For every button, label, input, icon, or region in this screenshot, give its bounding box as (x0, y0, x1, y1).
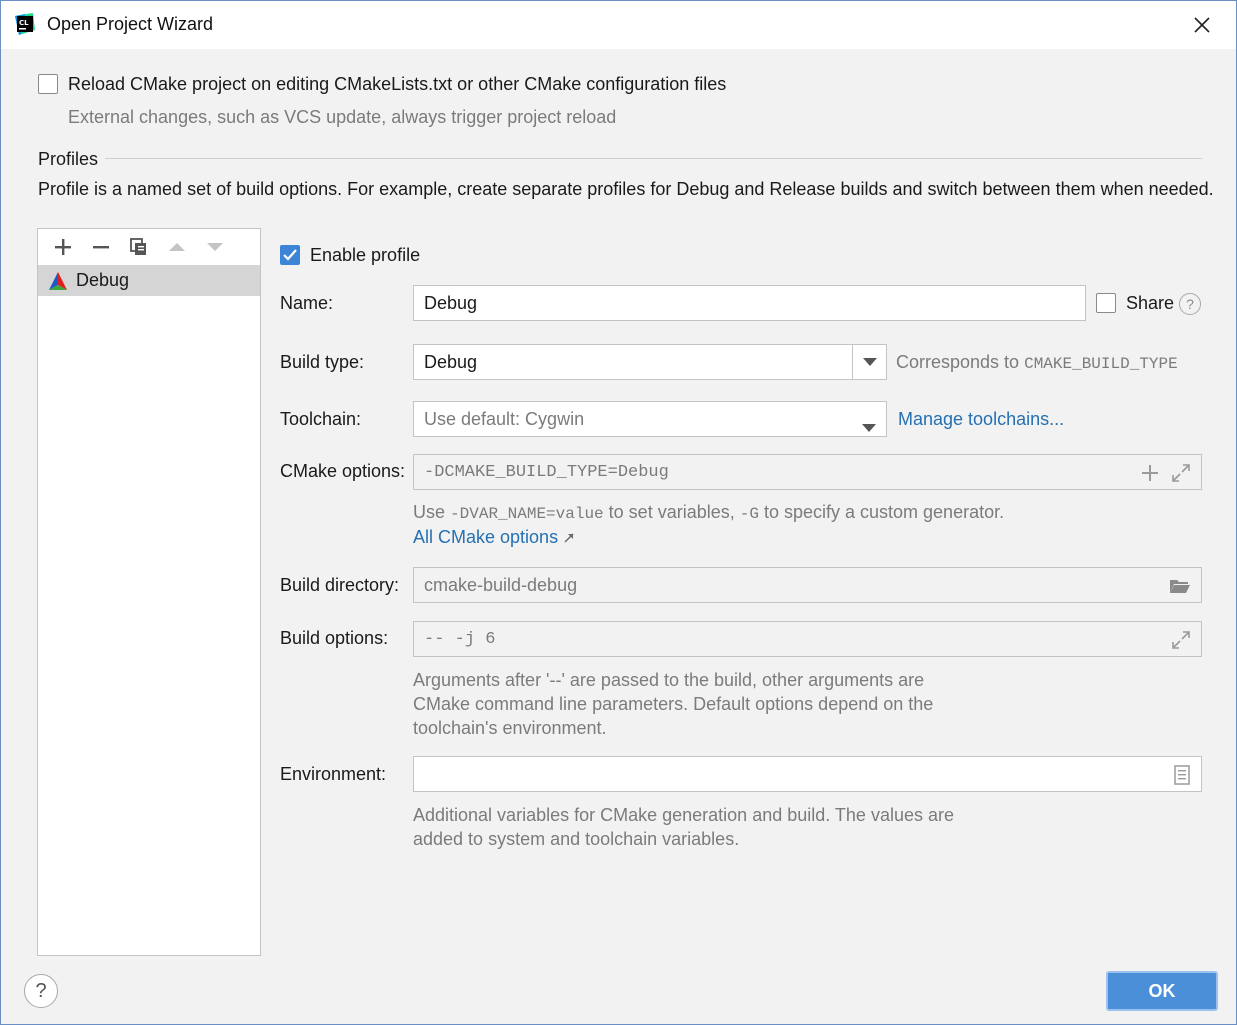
corresponds-text: Corresponds to CMAKE_BUILD_TYPE (896, 352, 1178, 373)
build-options-input[interactable]: -- -j 6 (413, 621, 1202, 657)
arrow-up-icon (169, 243, 185, 251)
expand-icon[interactable] (1171, 463, 1191, 483)
toolchain-label: Toolchain: (280, 409, 362, 429)
plus-icon (55, 239, 71, 255)
build-options-value: -- -j 6 (424, 629, 496, 649)
move-up-button[interactable] (160, 233, 194, 261)
build-directory-value: cmake-build-debug (424, 574, 578, 595)
minus-icon (93, 246, 109, 249)
name-input[interactable]: Debug (413, 285, 1086, 321)
corresponds-prefix: Corresponds to (896, 352, 1020, 372)
build-options-hint-line-2: CMake command line parameters. Default o… (413, 694, 934, 714)
name-input-value: Debug (424, 292, 478, 313)
profiles-separator (105, 158, 1202, 159)
open-project-wizard-dialog: CL Open Project Wizard Reload CMake proj… (0, 0, 1237, 1025)
cmake-options-input[interactable]: -DCMAKE_BUILD_TYPE=Debug (413, 454, 1202, 490)
corresponds-var: CMAKE_BUILD_TYPE (1024, 355, 1178, 373)
help-button[interactable]: ? (24, 974, 58, 1008)
environment-hint-line-1: Additional variables for CMake generatio… (413, 805, 954, 825)
build-options-hint-line-3: toolchain's environment. (413, 718, 607, 738)
environment-hint: Additional variables for CMake generatio… (413, 803, 954, 851)
chevron-down-icon (862, 424, 876, 432)
window-title: Open Project Wizard (47, 14, 214, 34)
help-icon: ? (35, 979, 47, 1002)
expand-icon[interactable] (1171, 630, 1191, 650)
close-icon (1194, 17, 1210, 33)
all-cmake-options-label: All CMake options (413, 527, 559, 547)
cmake-hint-mid: to set variables, (608, 502, 735, 522)
environment-hint-line-2: added to system and toolchain variables. (413, 829, 740, 849)
profiles-toolbar (38, 229, 260, 265)
cmake-options-value: -DCMAKE_BUILD_TYPE=Debug (424, 462, 669, 482)
profile-item-label: Debug (76, 270, 130, 290)
ok-button[interactable]: OK (1106, 971, 1218, 1011)
profiles-list-panel: Debug (37, 228, 261, 956)
build-type-combobox[interactable]: Debug (413, 344, 887, 380)
close-button[interactable] (1188, 11, 1216, 39)
add-profile-button[interactable] (46, 233, 80, 261)
copy-profile-button[interactable] (122, 233, 156, 261)
remove-profile-button[interactable] (84, 233, 118, 261)
cmake-options-hint: Use -DVAR_NAME=value to set variables, -… (413, 502, 1004, 523)
share-label: Share (1126, 293, 1175, 313)
build-type-dropdown-button[interactable] (852, 345, 886, 379)
folder-icon[interactable] (1169, 577, 1191, 595)
toolchain-value: Use default: Cygwin (424, 408, 585, 429)
reload-cmake-label: Reload CMake project on editing CMakeLis… (68, 74, 727, 94)
cmake-hint-end: to specify a custom generator. (763, 502, 1005, 522)
external-link-icon (564, 532, 574, 543)
chevron-down-icon (862, 358, 877, 366)
checkmark-icon (283, 249, 297, 261)
title-bar: CL Open Project Wizard (1, 1, 1236, 49)
build-options-hint-line-1: Arguments after '--' are passed to the b… (413, 670, 925, 690)
enable-profile-label: Enable profile (310, 245, 421, 265)
arrow-down-icon (207, 243, 223, 251)
move-down-button[interactable] (198, 233, 232, 261)
clion-app-icon: CL (13, 12, 37, 36)
cmake-hint-use: Use (413, 502, 446, 522)
cmake-icon (49, 271, 67, 290)
copy-icon (130, 238, 146, 255)
build-options-hint: Arguments after '--' are passed to the b… (413, 668, 933, 740)
edit-environment-icon[interactable] (1173, 765, 1191, 785)
environment-input[interactable] (413, 756, 1202, 792)
toolchain-dropdown-arrow[interactable] (862, 416, 876, 437)
profiles-section-title: Profiles (38, 149, 99, 169)
cmake-options-label: CMake options: (280, 461, 406, 481)
name-label: Name: (280, 293, 334, 313)
reload-cmake-checkbox[interactable] (38, 74, 58, 94)
toolchain-combobox[interactable]: Use default: Cygwin (413, 401, 887, 437)
svg-text:CL: CL (19, 19, 29, 27)
cmake-hint-var: -DVAR_NAME=value (450, 505, 604, 523)
build-options-label: Build options: (280, 628, 389, 648)
share-checkbox[interactable] (1096, 293, 1116, 313)
ok-button-label: OK (1148, 980, 1176, 1001)
build-directory-input[interactable]: cmake-build-debug (413, 567, 1202, 603)
reload-cmake-hint: External changes, such as VCS update, al… (68, 107, 617, 127)
share-help-icon[interactable]: ? (1179, 293, 1201, 315)
build-type-label: Build type: (280, 352, 365, 372)
build-directory-label: Build directory: (280, 575, 400, 595)
profile-item-debug[interactable]: Debug (38, 265, 260, 296)
environment-label: Environment: (280, 764, 387, 784)
manage-toolchains-link[interactable]: Manage toolchains... (898, 409, 1064, 430)
add-option-icon[interactable] (1141, 464, 1159, 482)
enable-profile-checkbox[interactable] (280, 245, 300, 265)
all-cmake-options-link[interactable]: All CMake options (413, 527, 574, 548)
cmake-hint-g: -G (739, 505, 759, 523)
build-type-value: Debug (424, 351, 478, 372)
profiles-description: Profile is a named set of build options.… (38, 179, 1214, 199)
